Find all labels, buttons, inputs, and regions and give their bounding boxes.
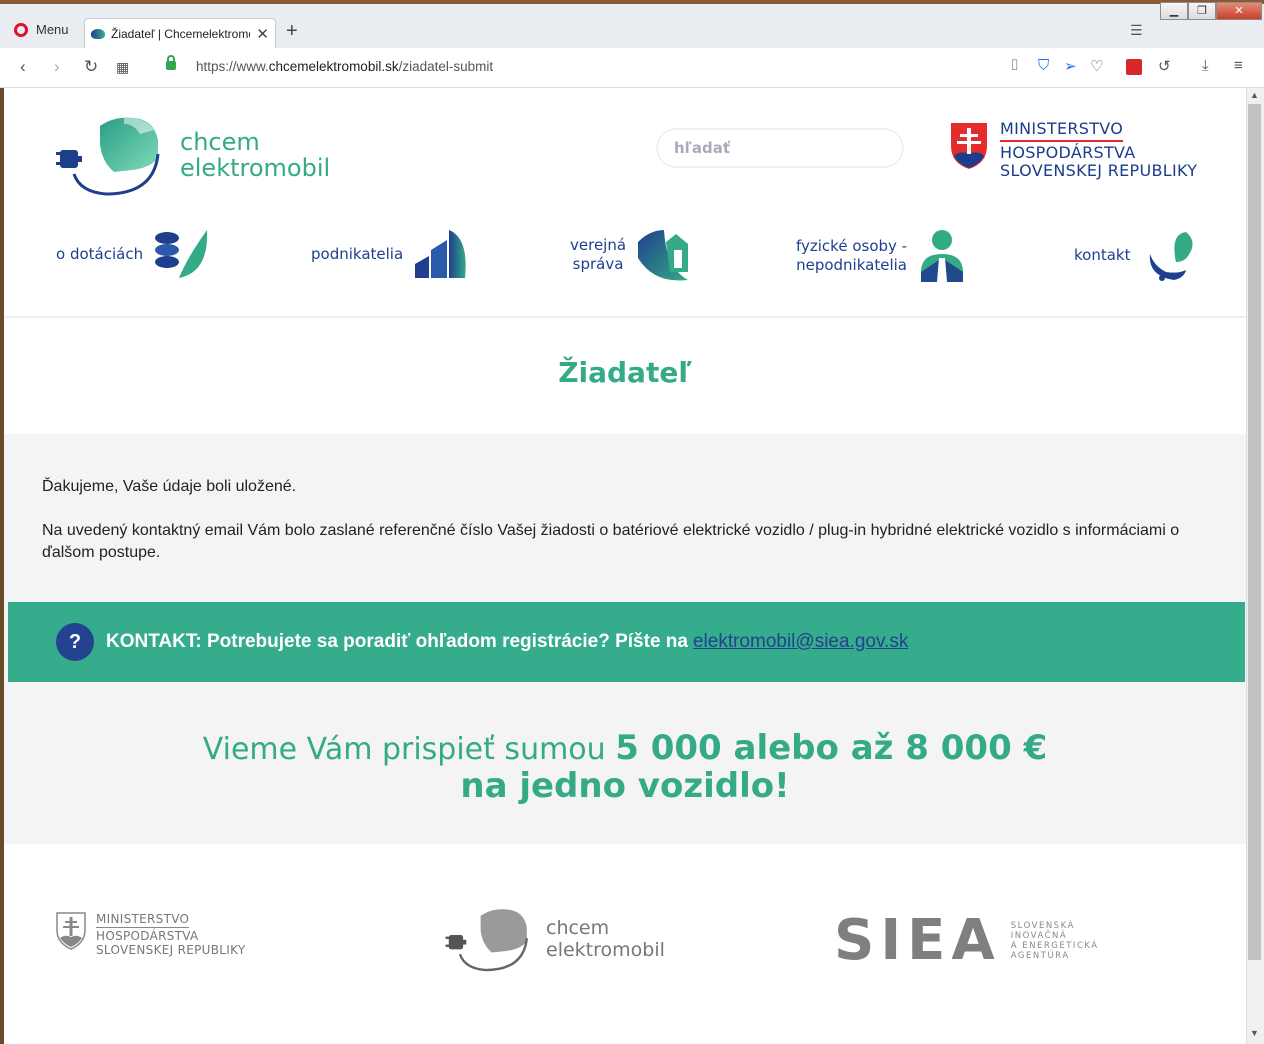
reload-icon[interactable]: ↻: [84, 57, 98, 77]
site-favicon-icon: [91, 28, 105, 39]
page-title: Žiadateľ: [558, 356, 692, 389]
menu-label: Menu: [36, 22, 69, 37]
heart-icon[interactable]: ♡: [1090, 57, 1103, 75]
forward-icon[interactable]: ›: [54, 57, 60, 77]
nav-item-podnikatelia[interactable]: podnikatelia: [311, 228, 469, 280]
ev-plug-logo-icon: [56, 117, 160, 196]
snapshot-icon[interactable]: ⌷: [1010, 57, 1019, 74]
opera-menu-button[interactable]: Menu: [14, 22, 69, 37]
public-building-icon: [638, 230, 689, 281]
siea-subtitle: SLOVENSKÁ INOVAČNÁ A ENERGETICKÁ AGENTÚR…: [1010, 920, 1099, 961]
promo-strong: 5 000 alebo až 8 000 €: [615, 728, 1048, 768]
window-close-icon[interactable]: ✕: [1216, 2, 1262, 20]
nav-label: podnikatelia: [311, 244, 404, 263]
tab-menu-icon[interactable]: ☰: [1130, 22, 1143, 39]
buildings-icon: [415, 230, 466, 278]
scrollbar-thumb[interactable]: [1248, 104, 1261, 960]
extension-icon[interactable]: [1126, 59, 1142, 75]
url-host: chcemelektromobil.sk: [268, 59, 399, 74]
contact-text: KONTAKT: Potrebujete sa poradiť ohľadom …: [106, 631, 688, 652]
coins-icon: [155, 230, 208, 278]
opera-logo-icon: [14, 22, 28, 37]
window-controls: ▁ ❐ ✕: [1160, 2, 1262, 20]
new-tab-icon[interactable]: +: [286, 20, 298, 43]
url-path: /ziadatel-submit: [398, 59, 494, 74]
tab-title: Žiadateľ | Chcemelektromo: [111, 26, 251, 41]
nav-item-fyzicke-osoby[interactable]: fyzické osoby - nepodnikatelia: [796, 228, 967, 284]
footer-coat-of-arms-icon: [56, 912, 86, 950]
speed-dial-icon[interactable]: ▦: [116, 59, 129, 76]
easy-setup-icon[interactable]: ≡: [1234, 57, 1243, 74]
minimize-icon[interactable]: ▁: [1160, 2, 1188, 20]
slovak-coat-of-arms-icon: [949, 121, 989, 172]
contact-banner: ? KONTAKT: Potrebujete sa poradiť ohľado…: [8, 602, 1245, 682]
nav-item-verejna-sprava[interactable]: verejná správa: [570, 228, 692, 282]
contact-email-link[interactable]: elektromobil@siea.gov.sk: [693, 631, 908, 653]
send-icon[interactable]: ➢: [1064, 57, 1077, 75]
url-prefix: https://www.: [196, 59, 269, 74]
ministry-line2: HOSPODÁRSTVA: [1000, 143, 1136, 162]
refresh-extension-icon[interactable]: ↺: [1158, 57, 1171, 75]
address-bar: ‹ › ↻ ▦ https://www.chcemelektromobil.sk…: [0, 48, 1264, 88]
promo-light: Vieme Vám prispieť sumou: [202, 732, 606, 767]
ministry-line3: SLOVENSKEJ REPUBLIKY: [1000, 161, 1198, 180]
siea-wordmark: SIEA: [834, 908, 1001, 973]
shield-icon[interactable]: ⛉: [1038, 57, 1049, 74]
nav-label: verejná správa: [570, 236, 627, 273]
logo-line1: chcem: [180, 128, 260, 156]
close-tab-icon[interactable]: ✕: [256, 25, 269, 43]
scroll-down-icon[interactable]: ▼: [1250, 1028, 1259, 1038]
promo-text: Vieme Vám prispieť sumou 5 000 alebo až …: [4, 728, 1246, 806]
back-icon[interactable]: ‹: [20, 57, 26, 77]
restore-icon[interactable]: ❐: [1188, 2, 1216, 20]
thanks-message: Ďakujeme, Vaše údaje boli uložené.: [42, 478, 297, 495]
footer-site-logo[interactable]: chcem elektromobil: [444, 906, 665, 972]
nav-item-o-dotaciach[interactable]: o dotáciách: [56, 228, 209, 280]
browser-tab-strip: Menu Žiadateľ | Chcemelektromo ✕ + ☰ ▁ ❐…: [0, 0, 1264, 48]
footer-ministry-logo[interactable]: MINISTERSTVO HOSPODÁRSTVA SLOVENSKEJ REP…: [56, 912, 245, 957]
ministry-text: MINISTERSTVO HOSPODÁRSTVA SLOVENSKEJ REP…: [1000, 120, 1197, 180]
url-field[interactable]: https://www.chcemelektromobil.sk/ziadate…: [196, 59, 493, 74]
scroll-up-icon[interactable]: ▲: [1250, 90, 1259, 100]
nav-label: fyzické osoby - nepodnikatelia: [796, 237, 908, 274]
siea-logo[interactable]: SIEA SLOVENSKÁ INOVAČNÁ A ENERGETICKÁ AG…: [834, 908, 1099, 973]
info-message: Na uvedený kontaktný email Vám bolo zasl…: [42, 522, 1180, 561]
nav-item-kontakt[interactable]: kontakt: [1074, 228, 1196, 282]
nav-separator: [4, 316, 1246, 318]
person-icon: [921, 230, 964, 282]
logo-text: chcem elektromobil: [180, 129, 330, 181]
nav-label: o dotáciách: [56, 244, 144, 263]
nav-label: kontakt: [1074, 245, 1131, 264]
download-icon[interactable]: ⤓: [1202, 57, 1209, 74]
logo-line2: elektromobil: [180, 154, 331, 182]
question-icon: ?: [56, 623, 94, 661]
footer-ev-plug-logo-icon: [445, 909, 529, 972]
ministry-line1: MINISTERSTVO: [1000, 120, 1124, 142]
site-logo[interactable]: chcem elektromobil: [54, 114, 330, 196]
footer-ministry-text: MINISTERSTVO HOSPODÁRSTVA SLOVENSKEJ REP…: [96, 912, 246, 957]
secure-lock-icon[interactable]: [166, 55, 176, 70]
browser-tab-active[interactable]: Žiadateľ | Chcemelektromo ✕: [84, 18, 276, 48]
web-page: chcem elektromobil MINISTERSTVO HOSPODÁR…: [4, 88, 1246, 1044]
ministry-logo[interactable]: MINISTERSTVO HOSPODÁRSTVA SLOVENSKEJ REP…: [948, 120, 1197, 180]
promo-line2: na jedno vozidlo!: [460, 766, 790, 806]
search-input[interactable]: [656, 128, 904, 168]
footer-logo-text: chcem elektromobil: [546, 917, 665, 961]
phone-icon: [1150, 232, 1194, 281]
